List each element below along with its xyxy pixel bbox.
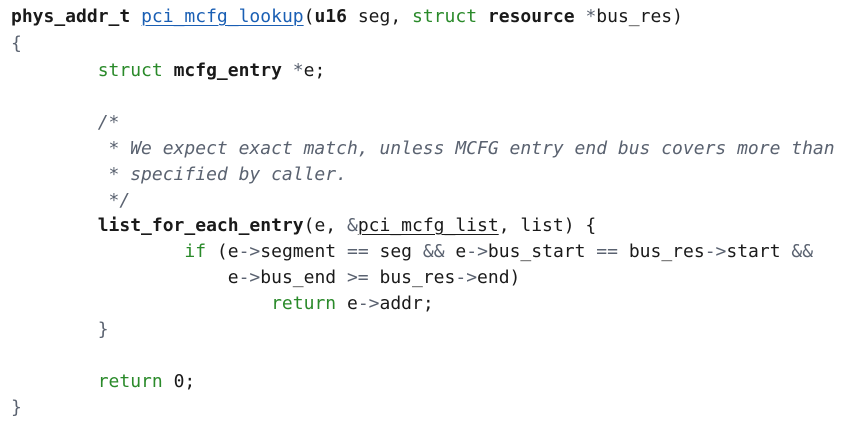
code-token-op: -> xyxy=(238,267,261,288)
code-line: */ xyxy=(11,188,131,214)
code-token-type: resource xyxy=(487,6,575,27)
code-token-op: >= xyxy=(346,267,369,288)
code-token-comment: */ xyxy=(11,190,131,211)
code-token-plain: , list) { xyxy=(498,215,597,236)
code-line: e->bus_end >= bus_res->end) xyxy=(11,265,521,291)
code-token-kw: struct xyxy=(97,60,163,81)
code-token-op: == xyxy=(346,241,369,262)
code-token-comment: * We expect exact match, unless MCFG ent… xyxy=(11,138,835,159)
code-token-plain: 0; xyxy=(162,371,196,392)
code-token-fn: pci_mcfg_lookup xyxy=(141,6,304,27)
code-token-ident-u: pci_mcfg_list xyxy=(357,215,499,236)
code-line: * We expect exact match, unless MCFG ent… xyxy=(11,136,835,162)
code-token-plain: (e xyxy=(206,241,239,262)
code-token-plain: bus_start xyxy=(487,241,597,262)
code-token-kw: return xyxy=(271,293,337,314)
code-token-plain: seg xyxy=(368,241,423,262)
code-token-plain: (e, xyxy=(303,215,347,236)
code-line: list_for_each_entry(e, &pci_mcfg_list, l… xyxy=(11,213,597,239)
code-token-plain: e xyxy=(336,293,358,314)
code-token-comment: * specified by caller. xyxy=(11,164,347,185)
code-token-kw: if xyxy=(184,241,207,262)
code-token-plain: segment xyxy=(260,241,347,262)
code-token-plain: bus_res xyxy=(617,241,705,262)
code-token-plain: bus_res xyxy=(368,267,456,288)
code-token-op: & xyxy=(346,215,358,236)
code-token-op: && xyxy=(791,241,814,262)
code-token-plain: bus_end xyxy=(260,267,347,288)
code-token-op: * xyxy=(585,6,597,27)
code-token-kw: return xyxy=(97,371,163,392)
code-token-plain: e xyxy=(444,241,467,262)
code-line: return 0; xyxy=(11,369,196,395)
code-token-type: list_for_each_entry xyxy=(97,215,304,236)
code-view: phys_addr_t pci_mcfg_lookup(u16 seg, str… xyxy=(0,0,848,428)
code-token-type: phys_addr_t xyxy=(11,6,131,27)
code-token-plain: end) xyxy=(477,267,521,288)
code-token-plain: e; xyxy=(303,60,326,81)
code-line: } xyxy=(11,317,109,343)
code-token-op: * xyxy=(292,60,304,81)
code-line: return e->addr; xyxy=(11,291,434,317)
code-token-plain: start xyxy=(726,241,792,262)
code-token-plain: addr; xyxy=(379,293,434,314)
code-token-op: -> xyxy=(238,241,261,262)
code-token-plain: seg, xyxy=(346,6,413,27)
code-token-punct: { xyxy=(11,33,22,54)
code-token-type: u16 xyxy=(314,6,347,27)
code-token-op: -> xyxy=(466,241,488,262)
code-line: } xyxy=(11,395,22,421)
code-line: * specified by caller. xyxy=(11,162,347,188)
code-token-op: -> xyxy=(357,293,380,314)
code-line: { xyxy=(11,31,22,57)
code-token-punct: } xyxy=(11,397,22,418)
code-token-comment: /* xyxy=(11,112,120,133)
code-token-plain: ( xyxy=(303,6,315,27)
code-line: struct mcfg_entry *e; xyxy=(11,58,326,84)
code-token-op: -> xyxy=(704,241,727,262)
code-token-plain: e xyxy=(11,267,239,288)
code-token-op: && xyxy=(422,241,445,262)
code-token-punct: } xyxy=(11,319,109,340)
code-line: phys_addr_t pci_mcfg_lookup(u16 seg, str… xyxy=(11,4,683,30)
code-token-type: mcfg_entry xyxy=(173,60,282,81)
code-token-plain: bus_res) xyxy=(596,6,683,27)
code-line: /* xyxy=(11,110,120,136)
code-token-op: -> xyxy=(455,267,478,288)
code-line: if (e->segment == seg && e->bus_start ==… xyxy=(11,239,813,265)
code-token-kw: struct xyxy=(412,6,478,27)
code-token-op: == xyxy=(596,241,618,262)
